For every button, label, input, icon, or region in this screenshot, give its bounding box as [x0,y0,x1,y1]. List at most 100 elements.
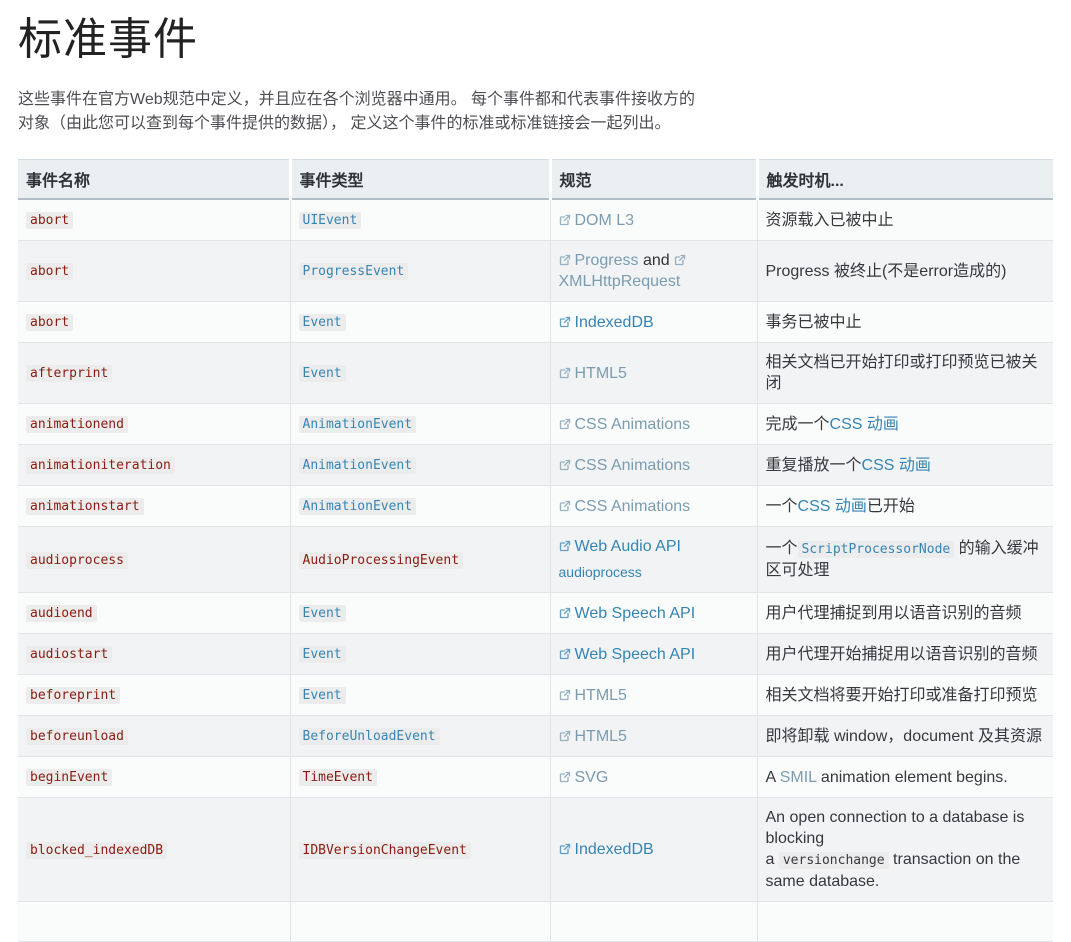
event-name-cell: beforeprint [18,675,290,716]
spec-cell: SVG [550,757,757,798]
event-name-code: beginEvent [26,769,112,786]
description-cell: 重复播放一个CSS 动画 [757,445,1053,486]
content-link[interactable]: CSS 动画 [830,416,899,433]
external-link-icon [559,214,571,226]
spec-link[interactable]: IndexedDB [559,841,654,858]
code-link-chip: ScriptProcessorNode [798,541,955,558]
event-type-link[interactable]: Event [299,364,346,381]
spec-link[interactable]: Progress [559,252,639,269]
spec-cell: Web Speech API [550,593,757,634]
column-header-event-type: 事件类型 [290,160,550,200]
spec-link-label: DOM L3 [575,212,635,229]
content-link[interactable]: CSS 动画 [798,498,867,515]
event-type-link[interactable]: Event [299,686,346,703]
external-link-icon [559,367,571,379]
event-name-cell: abort [18,199,290,241]
standard-events-table: 事件名称 事件类型 规范 触发时机... abort UIEvent DOM L3 资… [18,159,1053,942]
event-type-link[interactable]: BeforeUnloadEvent [299,727,440,744]
spec-link[interactable]: HTML5 [559,365,627,382]
spec-cell: CSS Animations [550,486,757,527]
text: 事务已被中止 [766,314,862,331]
spec-link-label: HTML5 [575,728,627,745]
event-type-code: TimeEvent [299,769,377,786]
event-name-cell: audiostart [18,634,290,675]
spec-link[interactable]: IndexedDB [559,314,654,331]
empty-cell [550,902,757,942]
spec-link[interactable]: CSS Animations [559,498,691,515]
event-name-code: animationiteration [26,457,175,474]
event-type-link[interactable]: AnimationEvent [299,415,417,432]
spec-link-label: CSS Animations [575,457,691,474]
table-row: beginEventTimeEventSVGA SMIL animation e… [18,757,1053,798]
event-type-cell: UIEvent [290,199,550,241]
table-row: beforeunloadBeforeUnloadEventHTML5即将卸载 w… [18,716,1053,757]
spec-cell: IndexedDB [550,302,757,343]
spec-link[interactable]: CSS Animations [559,457,691,474]
spec-link-label: HTML5 [575,687,627,704]
spec-link-label: CSS Animations [575,498,691,515]
spec-link[interactable]: DOM L3 [559,212,635,229]
column-header-event-name: 事件名称 [18,160,290,200]
event-name-cell: animationiteration [18,445,290,486]
event-name-code: afterprint [26,365,112,382]
event-type-cell: IDBVersionChangeEvent [290,798,550,902]
spec-sub-link[interactable]: audioprocess [559,562,749,583]
event-type-chip: AnimationEvent [299,457,417,474]
event-type-link[interactable]: AnimationEvent [299,497,417,514]
event-type-link[interactable]: ProgressEvent [299,262,409,279]
event-type-link[interactable]: Event [299,604,346,621]
empty-cell [18,902,290,942]
spec-link-label: Progress [575,252,639,269]
text: A [766,769,780,786]
spec-cell: Progress and XMLHttpRequest [550,241,757,302]
event-type-link[interactable]: Event [299,313,346,330]
spec-link[interactable]: HTML5 [559,728,627,745]
external-link-icon [559,418,571,430]
text: 相关文档已开始打印或打印预览已被关闭 [766,354,1038,392]
external-link-icon [559,648,571,660]
external-link-icon [559,843,571,855]
event-name-cell: animationstart [18,486,290,527]
spec-link-label: HTML5 [575,365,627,382]
event-type-chip: Event [299,314,346,331]
table-header-row: 事件名称 事件类型 规范 触发时机... [18,160,1053,200]
spec-link-label: CSS Animations [575,416,691,433]
content-link[interactable]: SMIL [780,769,817,786]
description-cell: 完成一个CSS 动画 [757,404,1053,445]
spec-link[interactable]: Web Speech API [559,605,696,622]
event-name-cell: afterprint [18,343,290,404]
event-type-link[interactable]: UIEvent [299,211,362,228]
spec-link[interactable]: Web Audio API [559,538,681,555]
text: 资源载入已被中止 [766,212,894,229]
event-type-link[interactable]: Event [299,645,346,662]
spec-link[interactable]: Web Speech API [559,646,696,663]
table-row: abortProgressEventProgress and XMLHttpRe… [18,241,1053,302]
description-cell: 用户代理捕捉到用以语音识别的音频 [757,593,1053,634]
external-link-icon [559,459,571,471]
text: 相关文档将要开始打印或准备打印预览 [766,687,1038,704]
event-type-chip: ProgressEvent [299,263,409,280]
event-name-cell: animationend [18,404,290,445]
event-type-chip: AnimationEvent [299,498,417,515]
event-name-code: audioprocess [26,552,128,569]
event-type-cell: Event [290,634,550,675]
event-type-cell: Event [290,675,550,716]
table-row-partial [18,902,1053,942]
code-link[interactable]: ScriptProcessorNode [798,540,955,557]
external-link-icon [559,540,571,552]
table-row: audiostartEventWeb Speech API用户代理开始捕捉用以语… [18,634,1053,675]
description-cell: An open connection to a database is bloc… [757,798,1053,902]
spec-link-label: XMLHttpRequest [559,273,681,290]
spec-link[interactable]: SVG [559,769,609,786]
description-cell: 一个CSS 动画已开始 [757,486,1053,527]
spec-link[interactable]: HTML5 [559,687,627,704]
description-cell: 相关文档将要开始打印或准备打印预览 [757,675,1053,716]
spec-link[interactable]: CSS Animations [559,416,691,433]
event-type-link[interactable]: AnimationEvent [299,456,417,473]
text: 用户代理捕捉到用以语音识别的音频 [766,605,1022,622]
content-link[interactable]: CSS 动画 [862,457,931,474]
table-header: 事件名称 事件类型 规范 触发时机... [18,160,1053,200]
event-type-cell: AudioProcessingEvent [290,527,550,593]
table-row: abortEventIndexedDB事务已被中止 [18,302,1053,343]
external-link-icon [559,254,571,266]
